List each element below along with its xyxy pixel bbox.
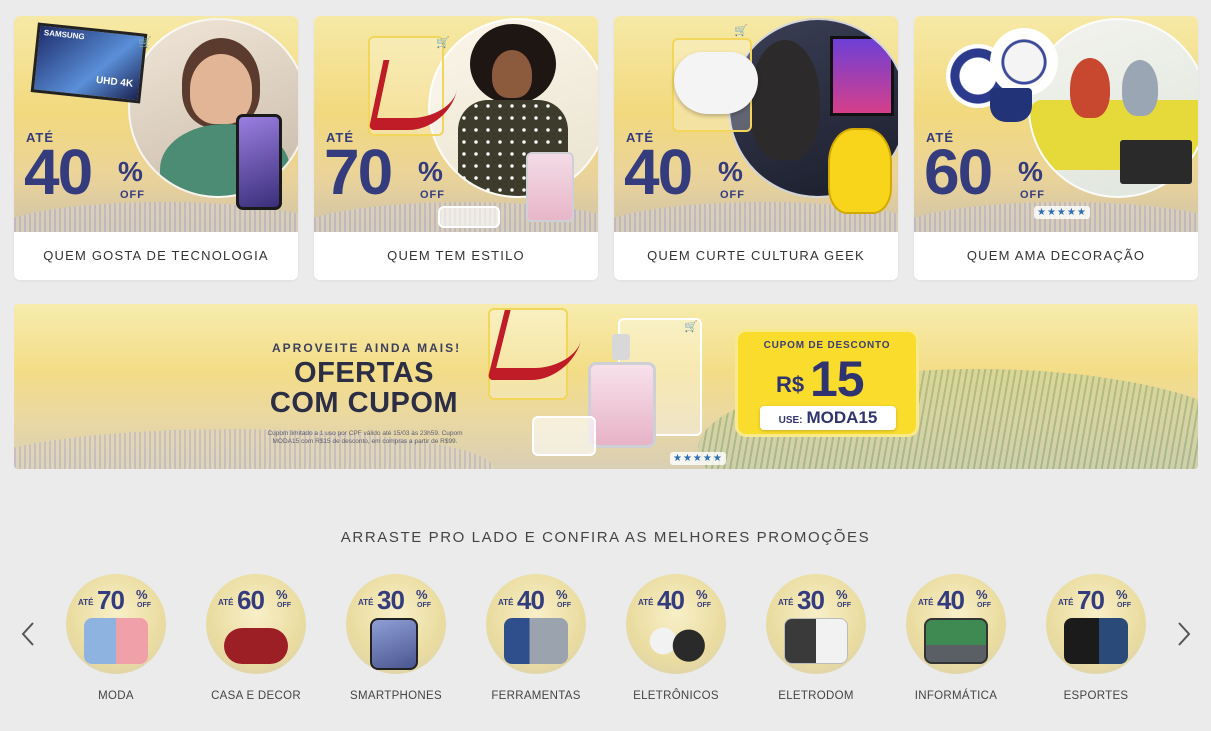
banner-subtitle: APROVEITE AINDA MAIS! [272,341,462,355]
tv-image: SAMSUNG UHD 4K [30,22,148,104]
category-moda[interactable]: ATÉ 70 % OFF MODA [56,574,176,710]
category-label: MODA [98,690,134,702]
category-image: ATÉ 30 % OFF [766,574,866,674]
category-smartphones[interactable]: ATÉ 30 % OFF SMARTPHONES [336,574,456,710]
coupon-box: CUPOM DE DESCONTO R$ 15 USE: MODA15 [738,332,916,434]
category-image: ATÉ 40 % OFF [626,574,726,674]
cart-icon: 🛒 [684,321,698,333]
carousel-title: ARRASTE PRO LADO E CONFIRA AS MELHORES P… [340,529,871,546]
pikachu-image [828,128,892,214]
perfume-image [526,152,574,222]
category-informatica[interactable]: ATÉ 40 % OFF INFORMÁTICA [896,574,1016,710]
promo-card-image: 🛒 ATÉ 40 % OFF [614,16,898,232]
category-eletrodom[interactable]: ATÉ 30 % OFF ELETRODOM [756,574,876,710]
category-image: ATÉ 40 % OFF [906,574,1006,674]
promo-card-image: ★★★★★ ATÉ 60 % OFF [914,16,1198,232]
category-label: INFORMÁTICA [914,690,998,702]
category-label: ESPORTES [1063,690,1129,702]
banner-title: OFERTAS COM CUPOM [269,357,459,419]
smartphone-image [236,114,282,210]
card-label: QUEM TEM ESTILO [314,232,598,280]
promo-card-image: 🛒 ATÉ 70 % OFF [314,16,598,232]
category-image: ATÉ 70 % OFF [1046,574,1146,674]
cart-icon: 🛒 [734,25,748,37]
cart-icon: 🛒 [436,37,450,49]
perfume-image [588,362,656,448]
promo-card-geek[interactable]: 🛒 ATÉ 40 % OFF QUEM CURTE CULTURA GEEK [614,16,898,280]
promo-cards: SAMSUNG UHD 4K 🛒 ATÉ 40 % OFF QUEM GOSTA… [14,16,1198,280]
coupon-code: MODA15 [806,408,878,427]
promo-card-image: SAMSUNG UHD 4K 🛒 ATÉ 40 % OFF [14,16,298,232]
category-label: ELETRODOM [778,690,854,702]
coupon-code-box: USE: MODA15 [760,406,896,430]
banner-fine-print: Cupom limitado a 1 uso por CPF válido at… [267,430,463,445]
coupon-value: 15 [810,351,865,407]
category-image: ATÉ 30 % OFF [346,574,446,674]
chevron-left-icon[interactable] [16,620,40,648]
card-label: QUEM CURTE CULTURA GEEK [614,232,898,280]
controller-image [674,52,758,114]
shoe-image [487,310,589,380]
category-label: FERRAMENTAS [491,690,581,702]
promo-card-tecnologia[interactable]: SAMSUNG UHD 4K 🛒 ATÉ 40 % OFF QUEM GOSTA… [14,16,298,280]
category-label: ELETRÔNICOS [633,690,719,702]
category-label: SMARTPHONES [350,690,442,702]
promo-card-decoracao[interactable]: ★★★★★ ATÉ 60 % OFF QUEM AMA DECORAÇÃO [914,16,1198,280]
category-image: ATÉ 40 % OFF [486,574,586,674]
category-casa-e-decor[interactable]: ATÉ 60 % OFF CASA E DECOR [196,574,316,710]
card-label: QUEM GOSTA DE TECNOLOGIA [14,232,298,280]
coupon-banner[interactable]: APROVEITE AINDA MAIS! OFERTAS COM CUPOM … [14,304,1198,469]
category-eletronicos[interactable]: ATÉ 40 % OFF ELETRÔNICOS [616,574,736,710]
cart-icon: 🛒 [138,37,152,49]
rating-stars: ★★★★★ [670,452,726,465]
chevron-right-icon[interactable] [1172,620,1196,648]
category-image: ATÉ 70 % OFF [66,574,166,674]
rating-stars: ★★★★★ [1034,206,1090,219]
category-image: ATÉ 60 % OFF [206,574,306,674]
category-esportes[interactable]: ATÉ 70 % OFF ESPORTES [1036,574,1156,710]
promo-card-estilo[interactable]: 🛒 ATÉ 70 % OFF QUEM TEM ESTILO [314,16,598,280]
nightstand-image [1120,140,1192,184]
category-label: CASA E DECOR [211,690,301,702]
coupon-currency: R$ [776,372,805,397]
category-ferramentas[interactable]: ATÉ 40 % OFF FERRAMENTAS [476,574,596,710]
card-label: QUEM AMA DECORAÇÃO [914,232,1198,280]
